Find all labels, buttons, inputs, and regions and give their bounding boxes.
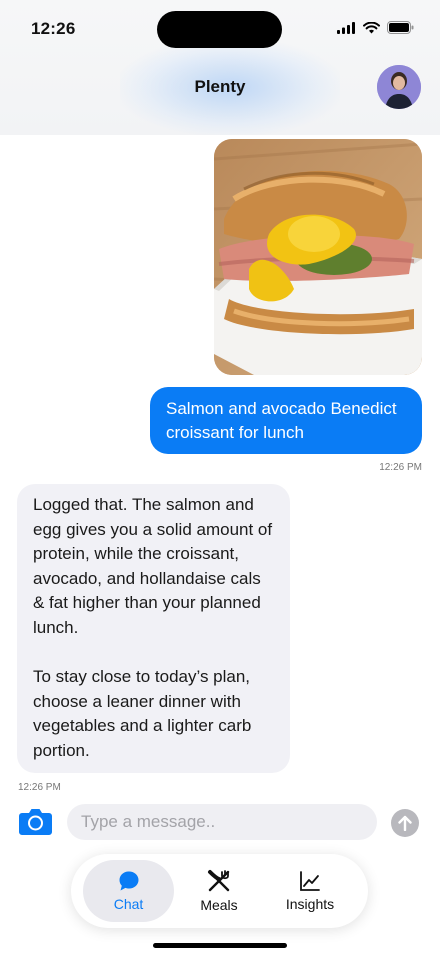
outgoing-message-time: 12:26 PM	[379, 462, 422, 473]
status-icons	[337, 21, 414, 34]
cellular-signal-icon	[337, 21, 355, 34]
avatar-image	[377, 65, 421, 109]
profile-avatar[interactable]	[377, 65, 421, 109]
incoming-message-bubble: Logged that. The salmon and egg gives yo…	[17, 484, 290, 773]
croissant-benedict-image	[214, 139, 422, 375]
status-time: 12:26	[31, 19, 76, 38]
tab-insights[interactable]: Insights	[264, 860, 356, 922]
fork-knife-icon	[208, 870, 230, 892]
status-bar: 12:26	[0, 0, 440, 60]
tab-chat-label: Chat	[113, 896, 144, 912]
tab-meals-label: Meals	[200, 897, 238, 913]
wifi-icon	[363, 21, 380, 33]
battery-icon	[387, 21, 414, 34]
camera-button[interactable]	[19, 807, 52, 835]
camera-icon	[19, 809, 52, 835]
send-button[interactable]	[391, 809, 419, 837]
outgoing-message-bubble: Salmon and avocado Benedict croissant fo…	[150, 387, 422, 454]
tab-bar: Chat Meals Insights	[71, 854, 368, 928]
chat-bubble-icon	[119, 871, 138, 891]
app-title: Plenty	[194, 77, 246, 96]
incoming-message-time: 12:26 PM	[18, 782, 61, 793]
line-chart-icon	[300, 871, 320, 891]
tab-chat[interactable]: Chat	[83, 860, 174, 922]
home-indicator	[153, 943, 287, 948]
sent-meal-photo[interactable]	[214, 139, 422, 375]
tab-meals[interactable]: Meals	[175, 860, 263, 922]
arrow-up-icon	[398, 815, 412, 831]
message-input[interactable]	[67, 804, 377, 840]
tab-insights-label: Insights	[285, 896, 335, 912]
dynamic-island	[157, 11, 282, 48]
